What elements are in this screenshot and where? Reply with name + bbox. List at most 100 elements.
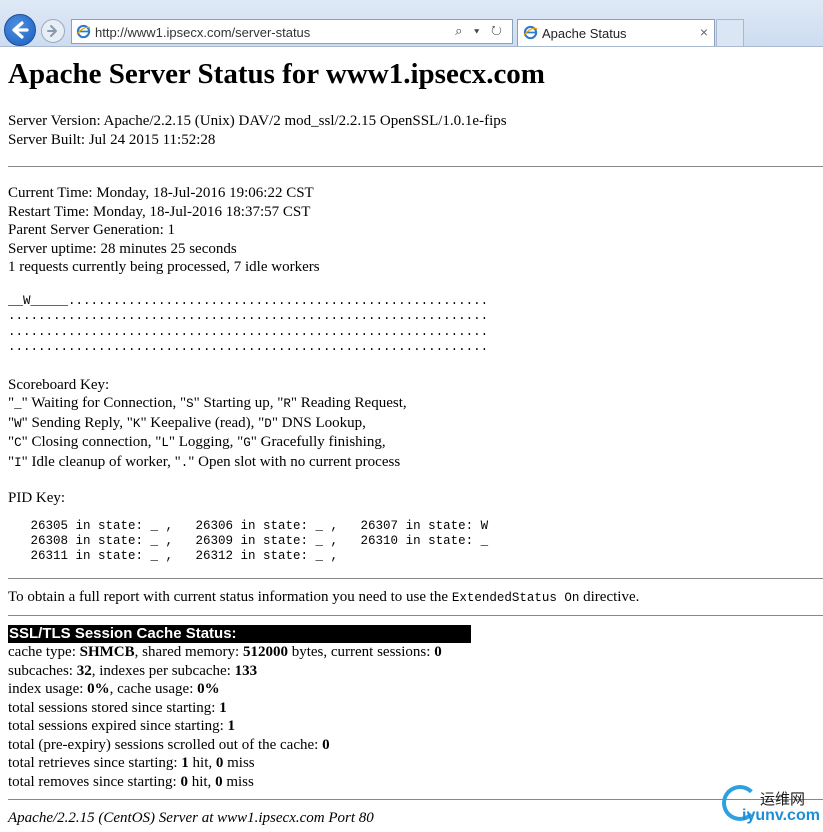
ssl-cache-stats: cache type: SHMCB, shared memory: 512000… <box>8 643 823 791</box>
ssl-stat-line: total (pre-expiry) sessions scrolled out… <box>8 736 823 755</box>
server-uptime: Server uptime: 28 minutes 25 seconds <box>8 240 237 257</box>
stat-value: 0% <box>197 681 220 697</box>
scoreboard-key-title: Scoreboard Key: <box>8 376 110 393</box>
address-bar[interactable]: http://www1.ipsecx.com/server-status ⌕ ▾… <box>71 19 513 44</box>
arrow-left-icon <box>12 21 29 39</box>
state-code: G <box>243 436 251 450</box>
key-text: " Logging, " <box>168 434 244 450</box>
watermark-logo: 运维网 iyunv.com <box>722 785 820 829</box>
stat-value: 0% <box>87 681 110 697</box>
scoreboard-line: ........................................… <box>8 340 489 354</box>
scoreboard-key: "_" Waiting for Connection, "S" Starting… <box>8 394 823 472</box>
ssl-stat-line: total retrieves since starting: 1 hit, 0… <box>8 754 823 773</box>
key-text: " Reading Request, <box>290 395 407 411</box>
status-info: Current Time: Monday, 18-Jul-2016 19:06:… <box>8 184 823 277</box>
current-time: Current Time: Monday, 18-Jul-2016 19:06:… <box>8 185 314 201</box>
stat-label: cache type: <box>8 644 80 660</box>
pid-key-line: 26308 in state: _ , 26309 in state: _ , … <box>30 533 489 548</box>
stat-label: hit, <box>187 773 216 790</box>
server-built: Server Built: Jul 24 2015 11:52:28 <box>8 131 216 148</box>
divider <box>8 799 823 800</box>
ssl-stat-line: total removes since starting: 0 hit, 0 m… <box>8 773 823 792</box>
stat-value: 0 <box>322 736 330 753</box>
stat-label: index usage: <box>8 681 88 697</box>
state-code: R <box>283 397 291 411</box>
stat-value: 133 <box>234 662 258 679</box>
server-info: Server Version: Apache/2.2.15 (Unix) DAV… <box>8 112 823 149</box>
restart-time: Restart Time: Monday, 18-Jul-2016 18:37:… <box>8 203 311 220</box>
ssl-stat-line: index usage: 0%, cache usage: 0% <box>8 680 823 699</box>
server-version: Server Version: Apache/2.2.15 (Unix) DAV… <box>8 113 507 129</box>
stat-label: , shared memory: <box>134 644 243 660</box>
stat-label: bytes, current sessions: <box>287 644 435 660</box>
stat-value: 512000 <box>242 644 288 660</box>
divider <box>8 166 823 167</box>
stat-value: 0 <box>434 644 442 660</box>
stat-label: miss <box>222 773 254 790</box>
back-button[interactable] <box>4 14 36 46</box>
requests-summary: 1 requests currently being processed, 7 … <box>8 259 320 275</box>
stat-value: SHMCB <box>79 644 135 660</box>
ssl-stat-line: cache type: SHMCB, shared memory: 512000… <box>8 643 823 662</box>
stat-label: hit, <box>188 755 216 771</box>
scoreboard-line: ........................................… <box>8 324 489 339</box>
ie-tab-icon <box>523 25 538 40</box>
divider <box>8 577 823 579</box>
page-title: Apache Server Status for www1.ipsecx.com <box>8 58 545 90</box>
report-code: ExtendedStatus On <box>451 590 580 605</box>
report-text-end: directive. <box>579 588 640 605</box>
state-code: _ <box>14 397 22 411</box>
search-refresh-icon[interactable]: ⌕ ▾ ↻ <box>455 23 506 39</box>
scoreboard-key-line: "C" Closing connection, "L" Logging, "G"… <box>8 433 823 453</box>
state-code: S <box>186 397 194 411</box>
report-note: To obtain a full report with current sta… <box>8 588 823 608</box>
stat-label: total (pre-expiry) sessions scrolled out… <box>8 736 323 753</box>
arrow-right-icon <box>47 25 57 37</box>
close-tab-icon[interactable]: × <box>700 24 708 40</box>
stat-label: total retrieves since starting: <box>8 755 182 771</box>
pid-key: 26305 in state: _ , 26306 in state: _ , … <box>8 519 823 564</box>
key-text: " Gracefully finishing, <box>250 434 386 450</box>
state-code: W <box>14 416 22 431</box>
key-text: " Keepalive (read), " <box>140 414 265 431</box>
key-text: " Idle cleanup of worker, " <box>21 453 181 470</box>
stat-label: miss <box>223 755 255 771</box>
pid-key-title: PID Key: <box>8 490 66 506</box>
stat-value: 1 <box>181 755 189 771</box>
stat-label: , indexes per subcache: <box>91 662 235 679</box>
ie-page-icon <box>76 24 91 39</box>
key-text: " DNS Lookup, <box>271 414 366 431</box>
divider <box>8 615 823 616</box>
state-code: I <box>14 455 22 470</box>
tab-title: Apache Status <box>542 26 627 41</box>
stat-label: , cache usage: <box>109 681 198 697</box>
report-text: To obtain a full report with current sta… <box>8 588 452 605</box>
tab-apache-status[interactable]: Apache Status × <box>517 19 715 46</box>
watermark-cn: 运维网 <box>760 790 806 808</box>
pid-key-line: 26311 in state: _ , 26312 in state: _ , <box>8 548 339 563</box>
new-tab-button[interactable] <box>716 19 744 46</box>
scoreboard-key-line: "_" Waiting for Connection, "S" Starting… <box>8 394 823 414</box>
state-code: C <box>14 436 22 450</box>
scoreboard: __W_____................................… <box>8 294 823 356</box>
key-text: " Closing connection, " <box>21 434 162 450</box>
pid-key-line: 26305 in state: _ , 26306 in state: _ , … <box>30 518 489 533</box>
key-text: " Sending Reply, " <box>21 414 133 431</box>
stat-label: total removes since starting: <box>8 773 181 790</box>
parent-generation: Parent Server Generation: 1 <box>8 222 176 238</box>
forward-button[interactable] <box>41 19 65 43</box>
ssl-cache-heading: SSL/TLS Session Cache Status: <box>8 625 471 643</box>
browser-toolbar: http://www1.ipsecx.com/server-status ⌕ ▾… <box>0 0 823 47</box>
stat-value: 1 <box>219 699 227 716</box>
state-code: L <box>161 436 169 450</box>
stat-value: 32 <box>76 662 92 679</box>
ssl-stat-line: subcaches: 32, indexes per subcache: 133 <box>8 662 823 681</box>
stat-label: total sessions stored since starting: <box>8 699 220 716</box>
scoreboard-key-line: "I" Idle cleanup of worker, "." Open slo… <box>8 453 823 473</box>
stat-label: subcaches: <box>8 662 77 679</box>
key-text: " Open slot with no current process <box>188 453 401 470</box>
server-signature: Apache/2.2.15 (CentOS) Server at www1.ip… <box>8 810 374 826</box>
url-text[interactable]: http://www1.ipsecx.com/server-status <box>95 25 310 40</box>
page-content: Apache Server Status for www1.ipsecx.com… <box>8 56 823 828</box>
key-text: " Starting up, " <box>193 395 284 411</box>
